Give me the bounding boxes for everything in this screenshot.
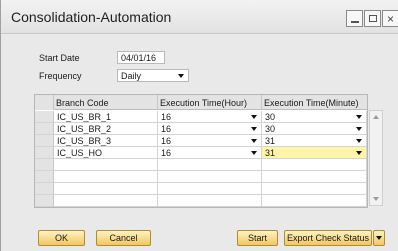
column-header-hour[interactable]: Execution Time(Hour) bbox=[158, 95, 262, 110]
hour-cell[interactable]: 16 bbox=[158, 135, 262, 147]
empty-cell[interactable] bbox=[262, 159, 367, 171]
branch-code-cell: IC_US_BR_2 bbox=[54, 123, 158, 135]
empty-cell[interactable] bbox=[54, 171, 158, 183]
hour-value: 16 bbox=[161, 148, 172, 158]
row-header[interactable] bbox=[35, 123, 54, 135]
table-row[interactable]: IC_US_BR_3 16 31 bbox=[35, 135, 367, 147]
close-button[interactable]: × bbox=[382, 10, 398, 27]
empty-row[interactable] bbox=[35, 183, 367, 195]
minimize-button[interactable] bbox=[346, 10, 363, 27]
window-title: Consolidation-Automation bbox=[11, 9, 172, 25]
chevron-down-icon bbox=[356, 139, 362, 143]
hour-value: 16 bbox=[161, 124, 172, 134]
chevron-down-icon bbox=[356, 127, 362, 131]
maximize-button[interactable] bbox=[364, 10, 381, 27]
close-icon: × bbox=[386, 11, 394, 26]
scroll-down-icon[interactable] bbox=[373, 197, 379, 201]
table-row[interactable]: IC_US_BR_1 16 30 bbox=[35, 111, 367, 123]
minute-cell[interactable]: 31 bbox=[262, 135, 367, 147]
row-header-corner bbox=[35, 95, 54, 110]
chevron-down-icon bbox=[356, 151, 362, 155]
consolidation-window: Consolidation-Automation × Start Date 04… bbox=[0, 0, 398, 251]
column-header-minute[interactable]: Execution Time(Minute) bbox=[262, 95, 367, 110]
branch-grid: Branch Code Execution Time(Hour) Executi… bbox=[34, 94, 368, 208]
title-bar[interactable]: Consolidation-Automation × bbox=[1, 0, 398, 34]
empty-row[interactable] bbox=[35, 195, 367, 207]
minute-cell-selected[interactable]: 31 bbox=[262, 147, 367, 159]
maximize-icon bbox=[368, 15, 377, 22]
frequency-label: Frequency bbox=[39, 71, 82, 81]
empty-cell[interactable] bbox=[262, 183, 367, 195]
grid-header: Branch Code Execution Time(Hour) Executi… bbox=[35, 95, 367, 110]
empty-cell[interactable] bbox=[54, 183, 158, 195]
empty-cell[interactable] bbox=[54, 159, 158, 171]
chevron-down-icon bbox=[251, 115, 257, 119]
empty-cell[interactable] bbox=[262, 171, 367, 183]
minute-value: 30 bbox=[265, 124, 276, 134]
minute-cell[interactable]: 30 bbox=[262, 111, 367, 123]
export-dropdown-button[interactable] bbox=[373, 230, 385, 246]
minute-value: 30 bbox=[265, 112, 276, 122]
empty-row[interactable] bbox=[35, 159, 367, 171]
export-check-status-button[interactable]: Export Check Status bbox=[284, 230, 372, 246]
start-button[interactable]: Start bbox=[237, 230, 278, 246]
table-row[interactable]: IC_US_BR_2 16 30 bbox=[35, 123, 367, 135]
branch-code-cell: IC_US_BR_1 bbox=[54, 111, 158, 123]
chevron-down-icon bbox=[356, 115, 362, 119]
chevron-down-icon bbox=[251, 139, 257, 143]
row-header[interactable] bbox=[35, 183, 54, 195]
row-header[interactable] bbox=[35, 135, 54, 147]
row-header[interactable] bbox=[35, 159, 54, 171]
branch-code-cell: IC_US_BR_3 bbox=[54, 135, 158, 147]
minimize-icon bbox=[350, 20, 359, 23]
row-header[interactable] bbox=[35, 111, 54, 123]
row-header[interactable] bbox=[35, 171, 54, 183]
row-header[interactable] bbox=[35, 147, 54, 159]
empty-row[interactable] bbox=[35, 171, 367, 183]
empty-cell[interactable] bbox=[262, 195, 367, 207]
chevron-down-icon bbox=[251, 151, 257, 155]
empty-cell[interactable] bbox=[54, 195, 158, 207]
row-header[interactable] bbox=[35, 195, 54, 207]
hour-cell[interactable]: 16 bbox=[158, 123, 262, 135]
empty-cell[interactable] bbox=[158, 195, 262, 207]
minute-value: 31 bbox=[265, 148, 276, 158]
start-date-field[interactable]: 04/01/16 bbox=[117, 51, 165, 64]
frequency-select[interactable]: Daily bbox=[117, 69, 189, 82]
hour-value: 16 bbox=[161, 112, 172, 122]
column-header-branch-code[interactable]: Branch Code bbox=[54, 95, 158, 110]
chevron-down-icon bbox=[178, 74, 184, 78]
empty-cell[interactable] bbox=[158, 159, 262, 171]
table-row[interactable]: IC_US_HO 16 31 bbox=[35, 147, 367, 159]
ok-button[interactable]: OK bbox=[38, 230, 85, 246]
minute-cell[interactable]: 30 bbox=[262, 123, 367, 135]
branch-code-cell: IC_US_HO bbox=[54, 147, 158, 159]
minute-value: 31 bbox=[265, 136, 276, 146]
hour-cell[interactable]: 16 bbox=[158, 111, 262, 123]
cancel-button[interactable]: Cancel bbox=[96, 230, 151, 246]
start-date-label: Start Date bbox=[39, 53, 80, 63]
scroll-up-icon[interactable] bbox=[373, 115, 379, 119]
empty-cell[interactable] bbox=[158, 183, 262, 195]
hour-value: 16 bbox=[161, 136, 172, 146]
frequency-value: Daily bbox=[121, 71, 142, 81]
chevron-down-icon bbox=[376, 236, 382, 240]
chevron-down-icon bbox=[251, 127, 257, 131]
grid-scrollbar[interactable] bbox=[369, 110, 383, 206]
hour-cell[interactable]: 16 bbox=[158, 147, 262, 159]
empty-cell[interactable] bbox=[158, 171, 262, 183]
